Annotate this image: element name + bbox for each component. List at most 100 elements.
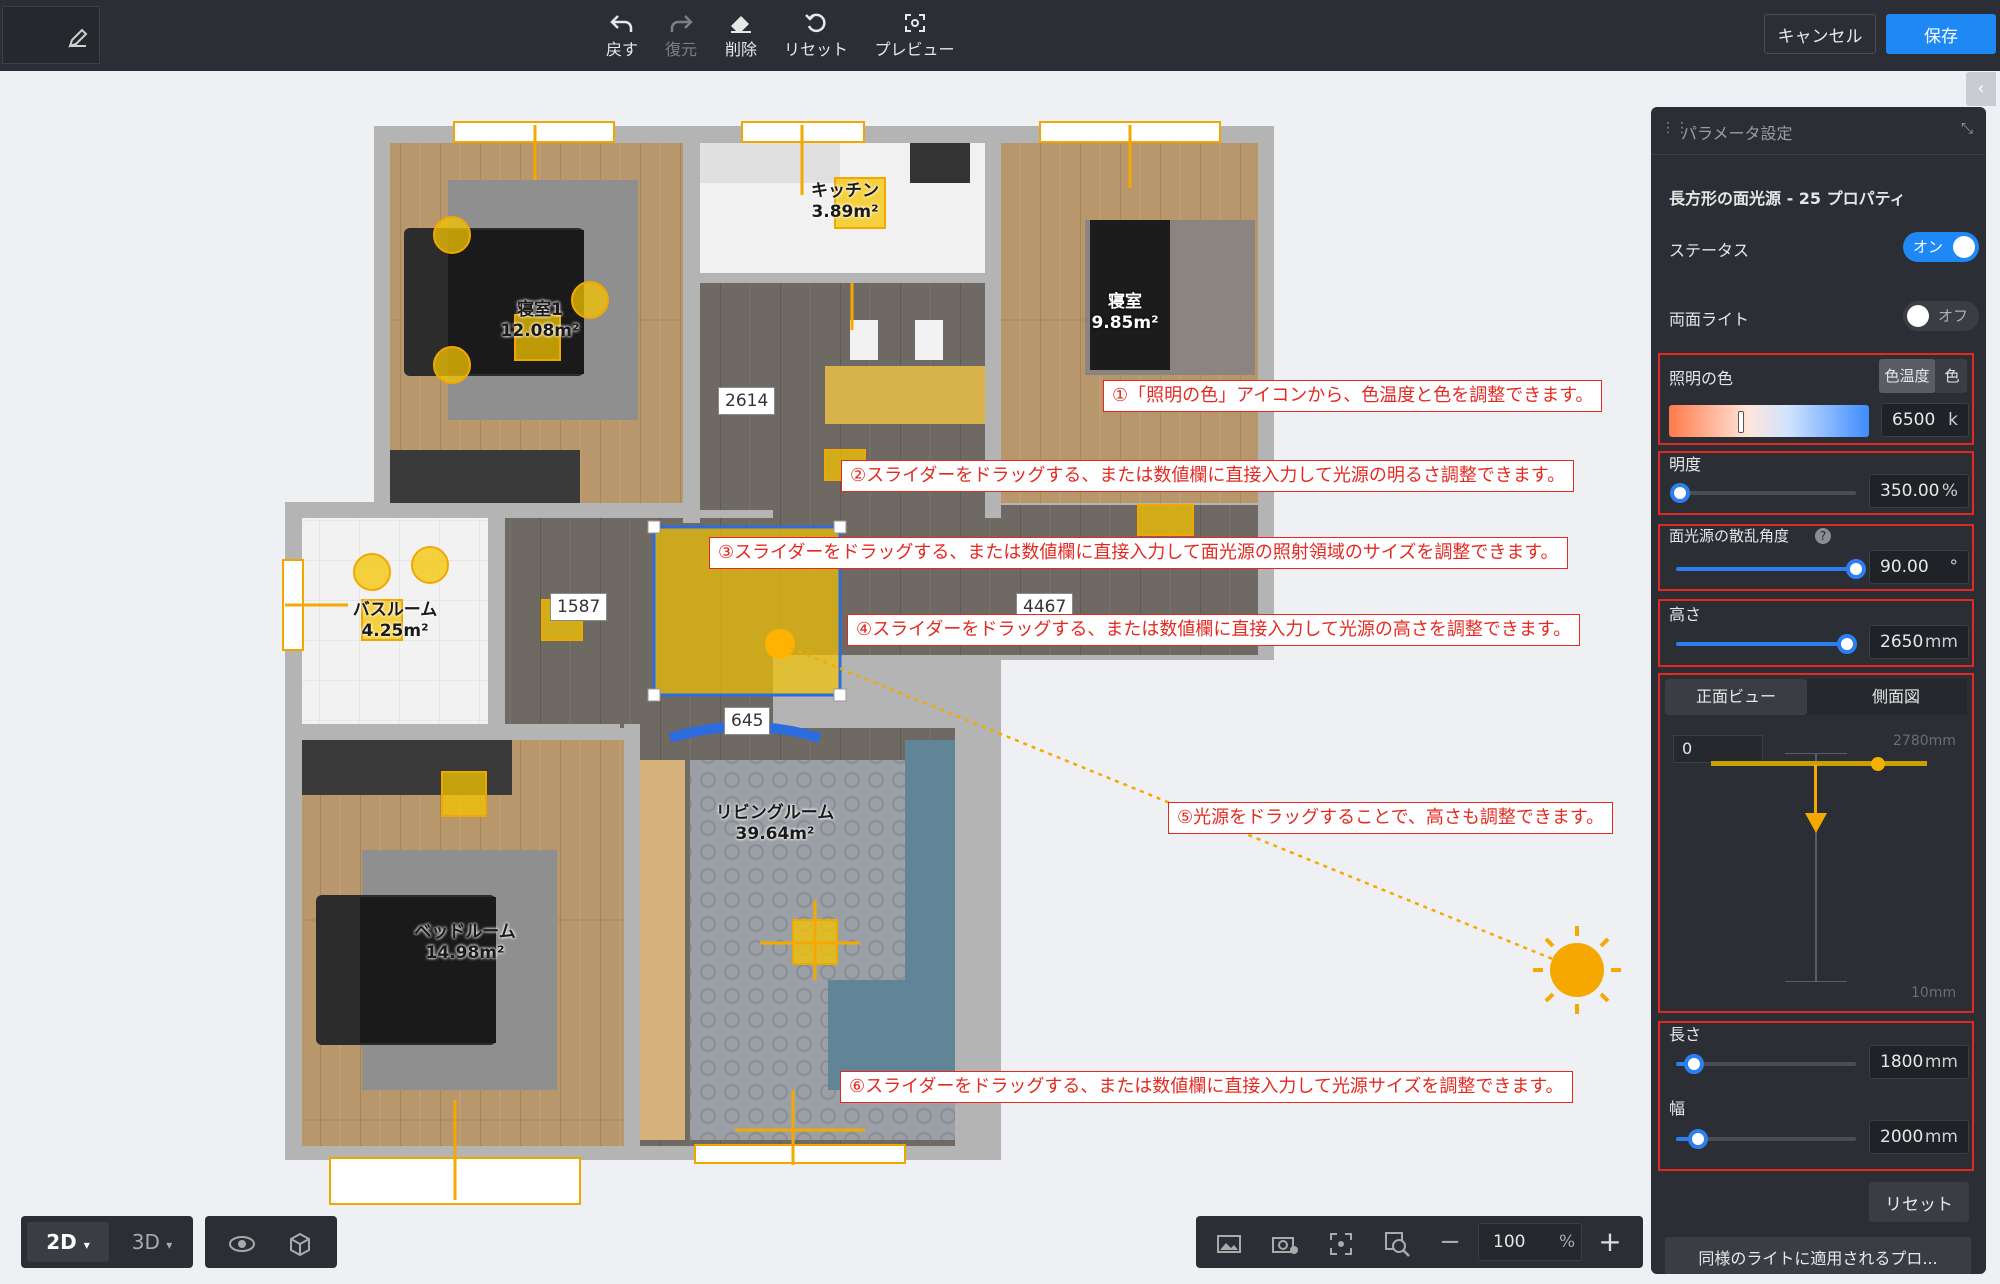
apply-to-similar-button[interactable]: 同様のライトに適用されるプロ... [1665,1237,1971,1274]
tab-side-view[interactable]: 側面図 [1825,679,1967,715]
eye-icon[interactable] [215,1216,269,1268]
brightness-slider[interactable] [1669,483,1856,503]
brightness-input[interactable]: 350.00% [1869,474,1969,508]
plus-icon: + [1598,1225,1622,1258]
light-plane-bar[interactable] [1711,761,1927,766]
scatter-angle-slider[interactable] [1676,559,1866,579]
redo-label: 復元 [664,40,697,59]
zoom-fit-icon[interactable] [1374,1216,1420,1268]
cube-icon[interactable] [273,1216,327,1268]
preview-label: プレビュー [874,40,955,59]
caret-down-icon: ▾ [166,1238,173,1252]
help-icon[interactable]: ? [1815,528,1831,544]
dimension-label[interactable]: 2614 [718,387,776,415]
scatter-angle-label: 面光源の散乱角度 [1669,527,1790,545]
status-toggle-text: オン [1913,238,1944,256]
annotation-1: ①「照明の色」アイコンから、色温度と色を調整できます。 [1103,380,1603,412]
status-label: ステータス [1669,241,1750,260]
camera-settings-icon[interactable] [1262,1216,1308,1268]
color-temperature-handle[interactable] [1738,411,1744,433]
panel-collapse-button[interactable]: ‹ [1966,72,1996,106]
zoom-input[interactable]: 100 % [1478,1223,1582,1261]
top-toolbar: 戻す 復元 削除 リセット プレビュー キャンセル 保存 [0,0,2000,71]
tab-front-view[interactable]: 正面ビュー [1665,679,1807,715]
color-mode-tabs: 色温度 色 [1879,359,1967,393]
undo-icon [610,15,633,32]
delete-button[interactable]: 削除 [701,8,781,64]
width-slider-knob[interactable] [1687,1129,1708,1149]
reset-icon [805,13,826,33]
height-input[interactable]: 2650 mm [1869,625,1969,659]
delete-label: 削除 [724,40,757,59]
panel-header[interactable]: ⋮⋮ パラメータ設定 ⤡ [1651,107,1986,155]
undo-label: 戻す [605,40,638,59]
zoom-out-button[interactable]: − [1430,1216,1470,1268]
dimension-label[interactable]: 1587 [550,593,608,621]
pencil-icon [68,28,88,48]
image-icon[interactable] [1206,1216,1252,1268]
view-max-label: 2780mm [1893,733,1956,749]
color-temperature-input[interactable]: 6500 k [1881,403,1969,437]
view-min-label: 10mm [1911,985,1957,1001]
tab-color-temperature[interactable]: 色温度 [1879,359,1935,393]
eraser-icon [731,16,751,33]
double-side-toggle[interactable]: オフ [1903,301,1979,331]
edit-name-button[interactable] [2,6,100,64]
room-label-bedroom1: 寝室1 12.08m² [500,300,580,341]
caret-down-icon: ▾ [83,1238,90,1252]
annotation-5: ⑤光源をドラッグすることで、高さも調整できます。 [1168,802,1614,834]
scatter-angle-input[interactable]: 90.00 ° [1869,550,1969,584]
room-label-living: リビングルーム 39.64m² [715,803,835,844]
mode-2d-button[interactable]: 2D ▾ [27,1222,109,1262]
view-mode-bar: 2D ▾ 3D ▾ [21,1216,193,1268]
annotation-2: ②スライダーをドラッグする、または数値欄に直接入力して光源の明るさ調整できます。 [841,460,1575,492]
zoom-in-button[interactable]: + [1590,1216,1630,1268]
redo-icon [670,15,693,32]
height-preview[interactable]: 0 2780mm 10mm [1665,723,1967,1007]
reset-label: リセット [783,40,848,59]
height-slider[interactable] [1676,634,1857,654]
light-plane-handle[interactable] [1871,757,1885,771]
view-offset-input[interactable]: 0 [1673,735,1763,763]
width-slider[interactable] [1676,1129,1856,1149]
brightness-label: 明度 [1669,455,1702,474]
room-label-bathroom: バスルーム 4.25m² [352,600,438,641]
length-label: 長さ [1669,1025,1702,1044]
preview-button[interactable]: プレビュー [862,8,967,64]
visibility-bar [205,1216,337,1268]
scatter-angle-slider-knob[interactable] [1846,559,1866,579]
collapse-icon[interactable]: ⤡ [1961,119,1973,137]
status-toggle[interactable]: オン [1903,232,1979,262]
view-tabs: 正面ビュー 側面図 [1665,679,1967,715]
mode-3d-button[interactable]: 3D ▾ [117,1216,187,1268]
chevron-left-icon: ‹ [1977,78,1985,99]
light-color-label: 照明の色 [1669,369,1734,388]
annotation-3: ③スライダーをドラッグする、または数値欄に直接入力して面光源の照射領域のサイズを… [709,537,1568,569]
parameter-panel: ⋮⋮ パラメータ設定 ⤡ 長方形の面光源 - 25 プロパティ ステータス オン… [1651,107,1986,1274]
panel-reset-button[interactable]: リセット [1869,1182,1969,1222]
length-input[interactable]: 1800 mm [1869,1045,1969,1079]
preview-icon [904,14,925,32]
room-label-bedroom2: 寝室 9.85m² [1091,292,1159,333]
dimension-label[interactable]: 645 [724,707,771,735]
double-side-toggle-text: オフ [1938,307,1969,325]
canvas-tools-bar: − 100 % + [1196,1216,1643,1268]
annotation-6: ⑥スライダーをドラッグする、または数値欄に直接入力して光源サイズを調整できます。 [840,1071,1573,1103]
height-slider-knob[interactable] [1837,634,1857,654]
height-label: 高さ [1669,605,1702,624]
double-side-label: 両面ライト [1669,310,1750,329]
reset-button[interactable]: リセット [776,8,856,64]
width-input[interactable]: 2000 mm [1869,1120,1969,1154]
brightness-slider-knob[interactable] [1669,483,1690,503]
width-label: 幅 [1669,1099,1686,1118]
sun-icon [1533,926,1621,1014]
tab-color[interactable]: 色 [1937,359,1967,393]
cancel-button[interactable]: キャンセル [1764,14,1876,54]
color-temperature-slider[interactable] [1669,405,1869,437]
light-property-title: 長方形の面光源 - 25 プロパティ [1669,189,1906,208]
room-label-kitchen: キッチン 3.89m² [811,181,879,222]
save-button[interactable]: 保存 [1886,14,1996,54]
length-slider[interactable] [1676,1054,1856,1074]
length-slider-knob[interactable] [1684,1054,1704,1074]
focus-icon[interactable] [1318,1216,1364,1268]
